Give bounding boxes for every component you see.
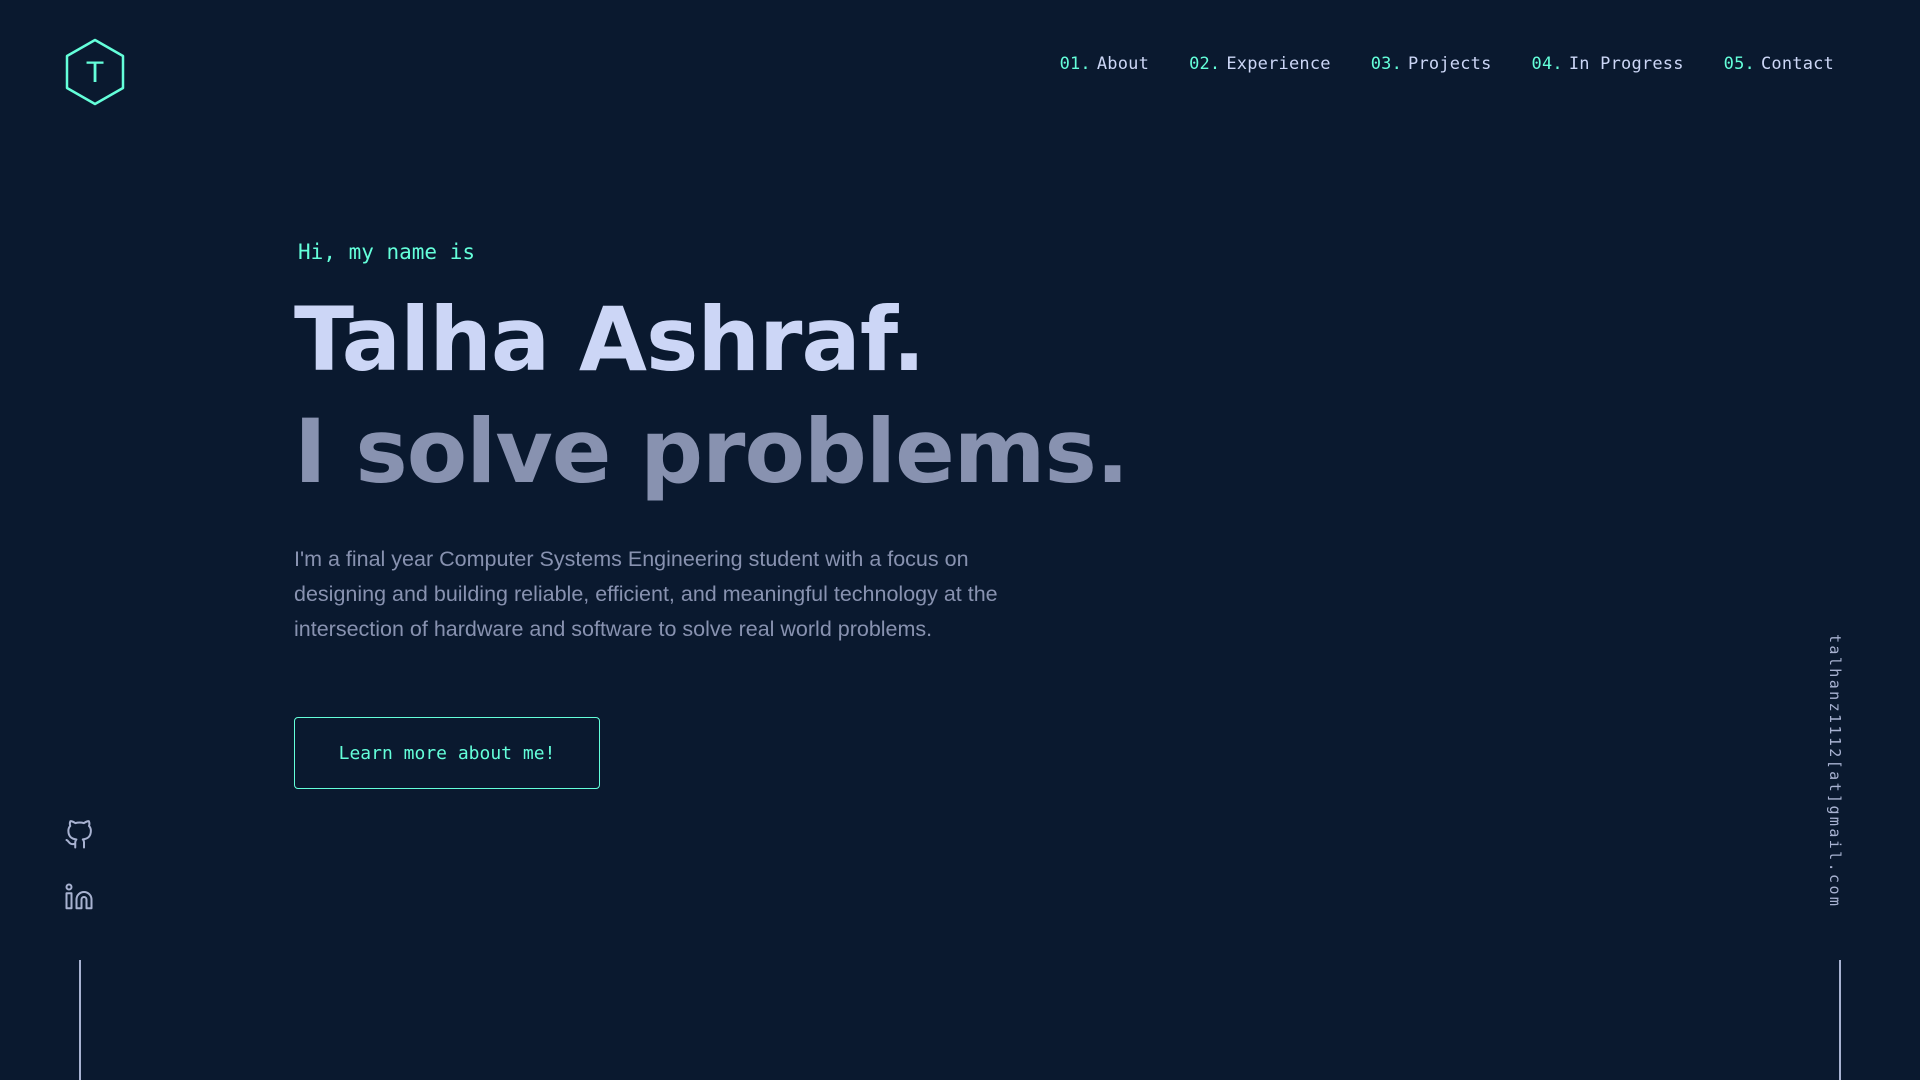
linkedin-icon [65,883,93,910]
hexagon-logo-icon: T [65,38,125,106]
nav-number: 04. [1531,54,1563,74]
nav-item-projects[interactable]: 03. Projects [1371,54,1492,74]
learn-more-button[interactable]: Learn more about me! [294,717,600,789]
nav-label: In Progress [1568,54,1684,74]
nav-label: About [1096,54,1150,74]
github-link[interactable] [64,820,96,852]
main-nav: 01. About 02. Experience 03. Projects 04. In… [1060,54,1834,74]
nav-number: 02. [1189,54,1221,74]
hero-tagline: I solve problems. [294,400,1129,503]
left-rail-line [79,960,81,1080]
nav-label: Contact [1760,54,1834,74]
right-rail-line [1839,960,1841,1080]
linkedin-link[interactable] [64,882,96,914]
nav-item-contact[interactable]: 05. Contact [1724,54,1834,74]
social-links [64,820,96,944]
nav-item-about[interactable]: 01. About [1060,54,1150,74]
logo-letter: T [86,56,104,89]
nav-label: Experience [1226,54,1331,74]
nav-item-experience[interactable]: 02. Experience [1189,54,1331,74]
email-link[interactable]: talhanz1112[at]gmail.com [1826,634,1844,908]
hero-bio: I'm a final year Computer Systems Engine… [294,547,998,641]
hero-greeting: Hi, my name is [298,240,476,264]
nav-label: Projects [1408,54,1492,74]
github-icon [65,820,92,849]
nav-number: 03. [1370,54,1403,74]
nav-number: 05. [1723,54,1755,74]
hero-section: Hi, my name is Talha Ashraf. I solve pro… [294,240,1129,789]
home-logo-link[interactable]: T [64,38,126,106]
nav-number: 01. [1059,54,1091,74]
nav-item-in-progress[interactable]: 04. In Progress [1532,54,1684,74]
hero-name: Talha Ashraf. [294,288,926,391]
